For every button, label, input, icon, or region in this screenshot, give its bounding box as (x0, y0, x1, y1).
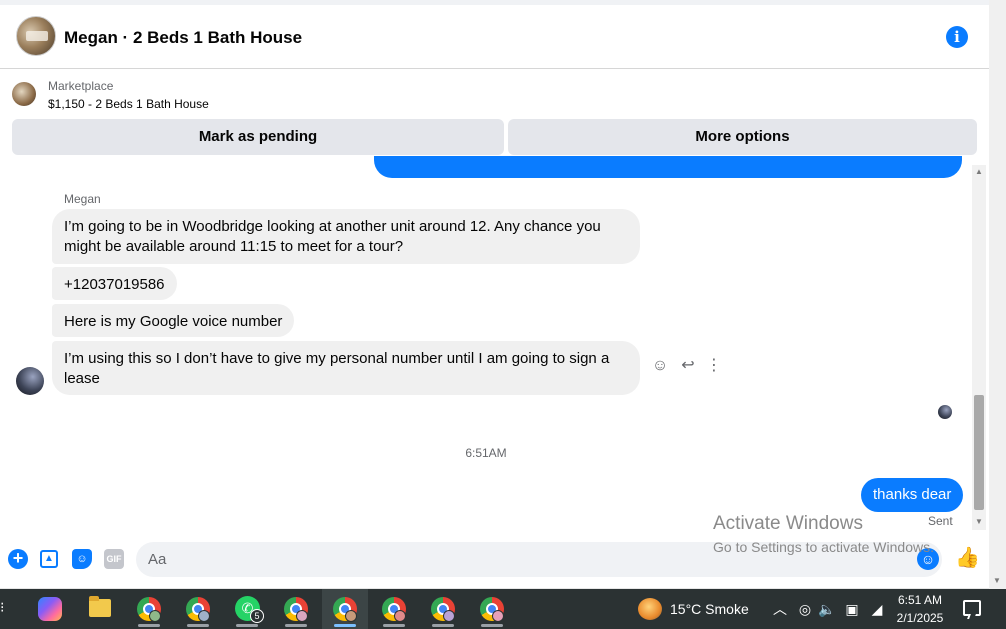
folder-icon (89, 596, 111, 617)
message-timestamp: 6:51AM (465, 446, 507, 460)
message-bubble[interactable]: Here is my Google voice number (52, 304, 295, 337)
whatsapp-taskbar-button[interactable]: ✆ 5 (224, 589, 270, 629)
profile-badge-icon (394, 610, 406, 622)
message-composer: + ▲ ☺ GIF ☺ 👍 (0, 540, 989, 580)
wifi-icon[interactable]: ◢ (868, 600, 886, 618)
sender-avatar[interactable] (16, 367, 44, 395)
battery-icon[interactable]: ▣ (843, 600, 861, 618)
info-icon[interactable]: i (946, 26, 968, 48)
chrome-taskbar-button-4[interactable] (322, 589, 368, 629)
chrome-taskbar-button-6[interactable] (420, 589, 466, 629)
scrollbar-thumb[interactable] (974, 395, 984, 510)
read-receipt-avatar (938, 405, 952, 419)
whatsapp-count-badge: 5 (250, 609, 264, 623)
conversation-title[interactable]: Megan · 2 Beds 1 Bath House (64, 28, 302, 48)
windows-taskbar: ⁝ ✆ 5 15°C Smoke ︿ ◎ 🔈 ▣ ◢ 6:51 AM 2/1/2… (0, 589, 1006, 629)
scroll-down-arrow-icon[interactable]: ▼ (975, 517, 983, 526)
emoji-icon[interactable]: ☺ (917, 548, 939, 570)
watermark-title: Activate Windows (713, 513, 863, 534)
profile-badge-icon (443, 610, 455, 622)
messenger-window: Megan · 2 Beds 1 Bath House i Marketplac… (0, 0, 989, 588)
listing-price-title[interactable]: $1,150 - 2 Beds 1 Bath House (48, 97, 209, 111)
scroll-up-arrow-icon[interactable]: ▲ (975, 167, 983, 176)
chrome-taskbar-button-7[interactable] (469, 589, 515, 629)
page-scroll-down-icon[interactable]: ▼ (993, 576, 1001, 585)
start-button-icon[interactable]: ⁝ (0, 599, 8, 619)
sent-status: Sent (928, 514, 953, 528)
listing-thumbnail[interactable] (12, 82, 36, 106)
show-hidden-icons-chevron-icon[interactable]: ︿ (771, 600, 789, 618)
volume-icon[interactable]: 🔈 (818, 600, 836, 618)
copilot-taskbar-button[interactable] (28, 589, 74, 629)
chrome-taskbar-button-1[interactable] (126, 589, 172, 629)
previous-outgoing-bubble (374, 156, 962, 178)
more-options-button[interactable]: More options (508, 119, 977, 155)
profile-badge-icon (149, 610, 161, 622)
chrome-taskbar-button-3[interactable] (273, 589, 319, 629)
plus-icon[interactable]: + (8, 549, 28, 569)
weather-smoke-icon[interactable] (638, 598, 662, 620)
reply-icon[interactable]: ↩ (678, 356, 698, 376)
listing-avatar[interactable] (16, 16, 56, 56)
meet-now-icon[interactable]: ◎ (796, 600, 814, 618)
chat-scrollbar[interactable]: ▲ ▼ (972, 165, 986, 530)
copilot-icon (38, 597, 62, 621)
notifications-icon[interactable] (963, 600, 981, 616)
file-explorer-taskbar-button[interactable] (78, 589, 124, 629)
message-bubble[interactable]: +12037019586 (52, 267, 177, 300)
gif-icon[interactable]: GIF (104, 549, 124, 569)
message-actions: ☺ ↩ ⋮ (650, 356, 730, 376)
profile-badge-icon (345, 610, 357, 622)
photo-icon[interactable]: ▲ (40, 550, 58, 568)
chrome-taskbar-button-5[interactable] (371, 589, 417, 629)
more-actions-icon[interactable]: ⋮ (704, 356, 724, 376)
sticker-icon[interactable]: ☺ (72, 549, 92, 569)
mark-as-pending-button[interactable]: Mark as pending (12, 119, 504, 155)
profile-badge-icon (296, 610, 308, 622)
chrome-taskbar-button-2[interactable] (175, 589, 221, 629)
clock-date[interactable]: 2/1/2025 (890, 611, 950, 625)
react-icon[interactable]: ☺ (650, 356, 670, 376)
weather-text[interactable]: 15°C Smoke (670, 601, 749, 617)
marketplace-label: Marketplace (48, 79, 114, 93)
profile-badge-icon (492, 610, 504, 622)
message-bubble[interactable]: I’m going to be in Woodbridge looking at… (52, 209, 640, 264)
clock-time[interactable]: 6:51 AM (890, 593, 950, 607)
message-bubble[interactable]: I’m using this so I don’t have to give m… (52, 341, 640, 395)
profile-badge-icon (198, 610, 210, 622)
message-input[interactable] (136, 542, 942, 577)
outgoing-message-bubble[interactable]: thanks dear (861, 478, 964, 512)
sender-name: Megan (64, 192, 101, 206)
conversation-header: Megan · 2 Beds 1 Bath House i (0, 5, 989, 69)
thumbs-up-icon[interactable]: 👍 (955, 546, 980, 570)
page-scrollbar[interactable]: ▼ (989, 0, 1006, 589)
